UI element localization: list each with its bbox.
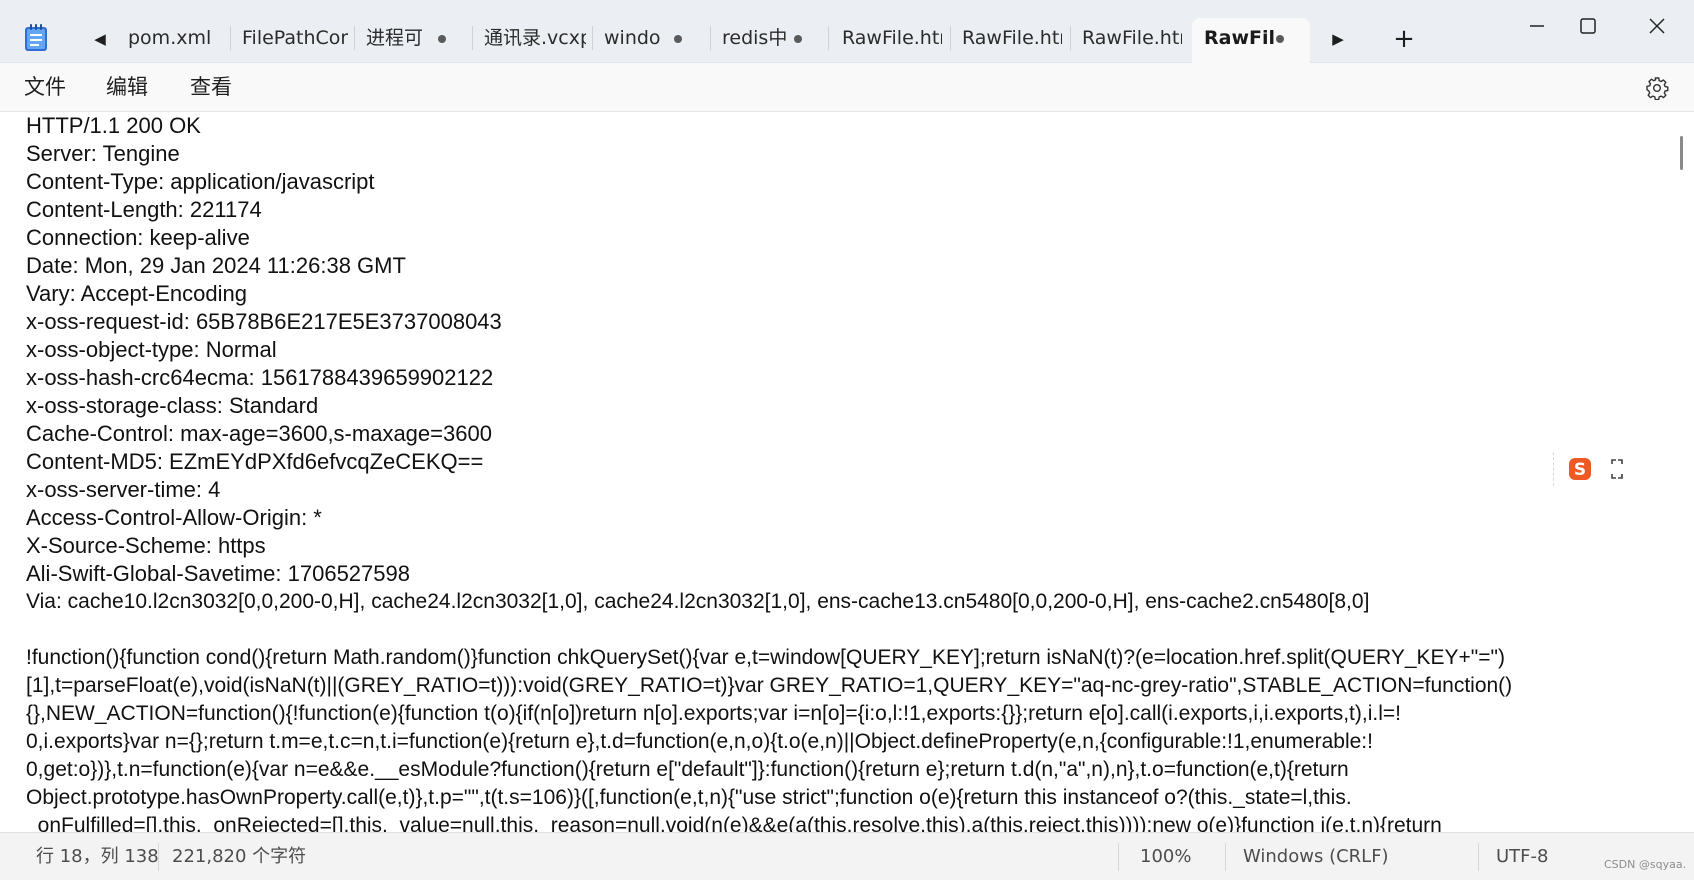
- text-editor[interactable]: HTTP/1.1 200 OK Server: Tengine Content-…: [0, 112, 1694, 832]
- svg-text:S: S: [1574, 460, 1586, 480]
- tab-label: pom.xml: [128, 27, 212, 49]
- tab-label: 进程可: [366, 27, 424, 49]
- text-line: Cache-Control: max-age=3600,s-maxage=360…: [26, 421, 492, 446]
- tab-pom-xml[interactable]: pom.xml: [118, 18, 226, 58]
- text-line: Object.prototype.hasOwnProperty.call(e,t…: [26, 786, 1352, 809]
- unsaved-dot-icon: [438, 35, 446, 43]
- text-line: Vary: Accept-Encoding: [26, 281, 247, 306]
- tab-strip: ◀ pom.xml FilePathConf 进程可 通讯录.vcxpr win…: [0, 0, 1694, 63]
- vertical-scrollbar-thumb[interactable]: [1680, 136, 1683, 170]
- menu-edit[interactable]: 编辑: [106, 73, 148, 101]
- cursor-position: 行 18，列 138: [36, 846, 159, 867]
- text-line: Server: Tengine: [26, 141, 180, 166]
- tab-rawfile-active[interactable]: RawFil: [1192, 18, 1310, 63]
- tab-windows[interactable]: windo: [592, 18, 710, 58]
- text-line: !function(){function cond(){return Math.…: [26, 646, 1505, 669]
- text-line: 0,get:o})},t.n=function(e){var n=e&&e.__…: [26, 758, 1349, 781]
- status-divider: [1118, 843, 1119, 871]
- tab-label: RawFile.htm: [962, 27, 1062, 49]
- scroll-tabs-right-icon[interactable]: ▶: [1324, 26, 1352, 52]
- tab-filepathconf[interactable]: FilePathConf: [230, 18, 354, 58]
- tab-label: 通讯录.vcxpr: [484, 27, 586, 49]
- text-line: 0,i.exports}var n={};return t.m=e,t.c=n,…: [26, 730, 1373, 753]
- unsaved-dot-icon: [674, 35, 682, 43]
- tab-label: RawFile.htm: [1082, 27, 1182, 49]
- menu-bar: 文件 编辑 查看: [0, 63, 1694, 112]
- ime-expand-icon[interactable]: [1610, 458, 1624, 480]
- text-line: _onFulfilled=[],this._onRejected=[],this…: [26, 814, 1442, 832]
- tab-contacts-vcxproj[interactable]: 通讯录.vcxpr: [472, 18, 592, 58]
- character-count: 221,820 个字符: [172, 846, 307, 867]
- tab-label: FilePathConf: [242, 27, 348, 49]
- tab-redis[interactable]: redis中: [710, 18, 828, 58]
- scroll-tabs-left-icon[interactable]: ◀: [86, 26, 114, 52]
- close-icon[interactable]: [1632, 8, 1682, 44]
- settings-gear-icon[interactable]: [1645, 76, 1669, 100]
- tab-label: RawFil: [1204, 27, 1274, 49]
- tab-rawfile-3[interactable]: RawFile.htm: [1070, 18, 1190, 58]
- menu-view[interactable]: 查看: [190, 73, 232, 101]
- text-line: {},NEW_ACTION=function(){!function(e){fu…: [26, 702, 1401, 725]
- tab-rawfile-1[interactable]: RawFile.htm: [830, 18, 950, 58]
- tab-process[interactable]: 进程可: [354, 18, 472, 58]
- line-ending[interactable]: Windows (CRLF): [1243, 845, 1389, 869]
- status-divider: [158, 843, 159, 871]
- tab-divider: [828, 26, 829, 50]
- tab-label: RawFile.htm: [842, 27, 942, 49]
- text-line: X-Source-Scheme: https: [26, 533, 266, 558]
- text-line: Via: cache10.l2cn3032[0,0,200-0,H], cach…: [26, 590, 1370, 613]
- tab-rawfile-2[interactable]: RawFile.htm: [950, 18, 1070, 58]
- text-line: Content-Length: 221174: [26, 197, 262, 222]
- text-line: x-oss-object-type: Normal: [26, 337, 277, 362]
- unsaved-dot-icon: [1276, 35, 1284, 43]
- unsaved-dot-icon: [794, 35, 802, 43]
- minimize-icon[interactable]: [1512, 8, 1562, 44]
- watermark: CSDN @sqyaa.: [1604, 858, 1687, 871]
- text-line: Ali-Swift-Global-Savetime: 1706527598: [26, 561, 410, 586]
- text-line: x-oss-server-time: 4: [26, 477, 221, 502]
- status-bar: 行 18，列 138 221,820 个字符 100% Windows (CRL…: [0, 832, 1694, 880]
- zoom-level[interactable]: 100%: [1140, 845, 1191, 869]
- text-line: Access-Control-Allow-Origin: *: [26, 505, 322, 530]
- text-line: Content-MD5: EZmEYdPXfd6efvcqZeCEKQ==: [26, 449, 484, 474]
- new-tab-button[interactable]: +: [1390, 24, 1418, 54]
- text-line: HTTP/1.1 200 OK: [26, 113, 201, 138]
- status-divider: [1225, 843, 1226, 871]
- status-divider: [1478, 843, 1479, 871]
- text-line: x-oss-storage-class: Standard: [26, 393, 319, 418]
- encoding[interactable]: UTF-8: [1496, 845, 1548, 869]
- text-line: Connection: keep-alive: [26, 225, 250, 250]
- sogou-ime-icon[interactable]: S: [1568, 457, 1592, 481]
- maximize-icon[interactable]: [1562, 8, 1612, 44]
- ime-toolbar[interactable]: S: [1553, 452, 1630, 486]
- tab-label: redis中: [722, 27, 788, 49]
- notepad-app-icon: [25, 24, 47, 51]
- menu-file[interactable]: 文件: [24, 73, 66, 101]
- notepad-window: ◀ pom.xml FilePathConf 进程可 通讯录.vcxpr win…: [0, 0, 1694, 880]
- text-line: Content-Type: application/javascript: [26, 169, 375, 194]
- text-line: Date: Mon, 29 Jan 2024 11:26:38 GMT: [26, 253, 406, 278]
- text-line: x-oss-request-id: 65B78B6E217E5E37370080…: [26, 309, 502, 334]
- tab-label: windo: [604, 27, 661, 49]
- text-line: [1],t=parseFloat(e),void(isNaN(t)||(GREY…: [26, 674, 1513, 697]
- text-line: x-oss-hash-crc64ecma: 156178843965990212…: [26, 365, 494, 390]
